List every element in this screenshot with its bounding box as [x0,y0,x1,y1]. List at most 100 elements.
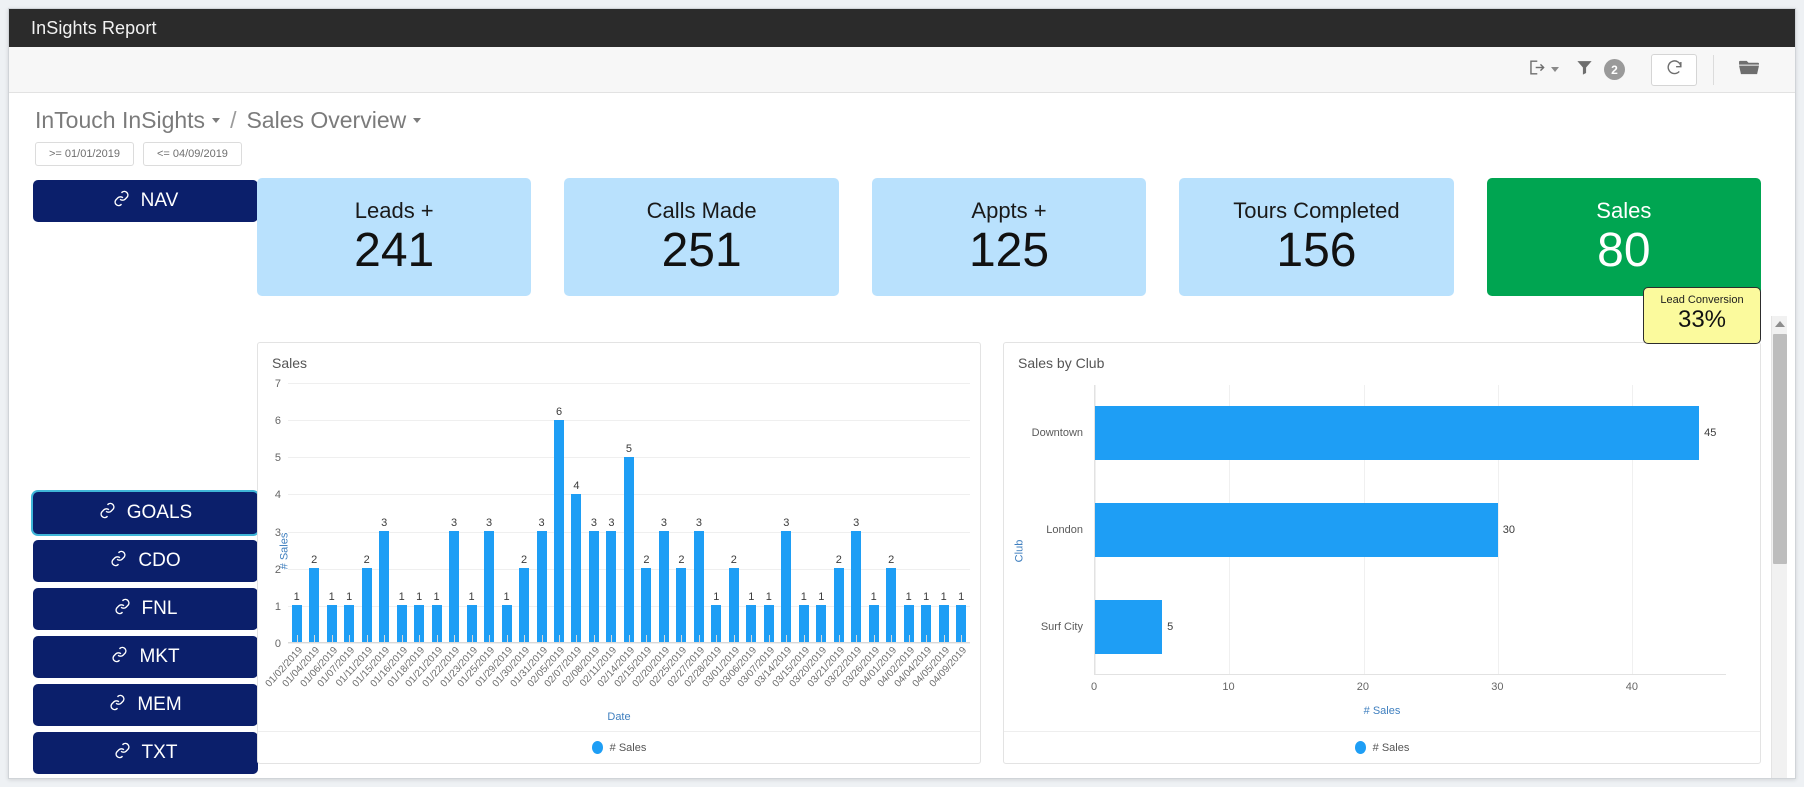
bar[interactable] [641,568,652,642]
bar-slot[interactable]: 6 [550,383,567,642]
bar-slot[interactable]: 1 [463,383,480,642]
bar-value-label: 3 [695,517,702,529]
sidebar-item-goals[interactable]: GOALS [33,492,258,534]
bar-slot[interactable]: 2 [725,383,742,642]
bar-slot[interactable]: 1 [323,383,340,642]
bar[interactable] [606,531,617,642]
y-tick-label: 0 [274,638,281,650]
bar-row[interactable]: Surf City 5 [1041,599,1726,654]
bar-slot[interactable]: 3 [375,383,392,642]
x-tick [830,635,847,643]
bar-slot[interactable]: 1 [760,383,777,642]
scrollbar-thumb[interactable] [1773,334,1787,564]
sidebar-item-mem[interactable]: MEM [33,684,258,726]
kpi-card-tours-completed[interactable]: Tours Completed 156 [1179,178,1454,296]
kpi-card-leads[interactable]: Leads + 241 [257,178,532,296]
sidebar-item-cdo[interactable]: CDO [33,540,258,582]
bar[interactable] [1095,406,1700,461]
bar[interactable] [693,531,704,642]
sales-chart[interactable]: # Sales 76543210 12112311131312364335232… [258,371,980,731]
bar[interactable] [519,568,530,642]
bar[interactable] [571,494,582,642]
panel-sales-by-club: Sales by Club Club Downtown 45 London 30 Sur… [1003,342,1761,764]
sales-by-club-chart[interactable]: Club Downtown 45 London 30 Surf City 5 0 10 20 3… [1004,371,1760,731]
x-tick [428,635,445,643]
bar-slot[interactable]: 3 [445,383,462,642]
bar-slot[interactable]: 3 [848,383,865,642]
bar-slot[interactable]: 1 [393,383,410,642]
bar-slot[interactable]: 3 [655,383,672,642]
bar-slot[interactable]: 1 [410,383,427,642]
kpi-card-appts[interactable]: Appts + 125 [871,178,1147,296]
folder-button[interactable] [1730,55,1769,85]
bar[interactable] [449,531,460,642]
bar-slot[interactable]: 1 [498,383,515,642]
bar-slot[interactable]: 3 [480,383,497,642]
bar[interactable] [309,568,320,642]
export-button[interactable] [1519,55,1567,85]
bar[interactable] [1095,599,1163,654]
bar-row[interactable]: London 30 [1046,502,1726,557]
title-bar: InSights Report [9,9,1795,47]
bar-slot[interactable]: 5 [620,383,637,642]
bar-slot[interactable]: 3 [533,383,550,642]
bar[interactable] [379,531,390,642]
bar[interactable] [851,531,862,642]
bar[interactable] [554,420,564,642]
bar-slot[interactable]: 2 [830,383,847,642]
bar-slot[interactable]: 1 [917,383,934,642]
breadcrumb-root[interactable]: InTouch InSights [35,107,221,134]
bar[interactable] [781,531,792,642]
bar-slot[interactable]: 3 [690,383,707,642]
filter-button[interactable]: 2 [1567,55,1633,85]
kpi-card-sales[interactable]: Sales 80 [1486,178,1762,296]
bar-slot[interactable]: 2 [882,383,899,642]
date-from-chip[interactable]: >= 01/01/2019 [35,142,134,166]
vertical-scrollbar[interactable] [1771,316,1787,778]
bar-slot[interactable]: 1 [428,383,445,642]
sidebar-item-mkt[interactable]: MKT [33,636,258,678]
bar-slot[interactable]: 1 [900,383,917,642]
bar-slot[interactable]: 1 [708,383,725,642]
bar[interactable] [1095,502,1498,557]
bar[interactable] [676,568,687,642]
bar-slot[interactable]: 1 [813,383,830,642]
bar-slot[interactable]: 3 [585,383,602,642]
bar[interactable] [833,568,844,642]
bar-slot[interactable]: 2 [638,383,655,642]
bar-slot[interactable]: 1 [743,383,760,642]
chart-legend-sales[interactable]: # Sales [258,731,980,763]
bar-slot[interactable]: 1 [288,383,305,642]
bar-slot[interactable]: 1 [795,383,812,642]
bar-slot[interactable]: 1 [935,383,952,642]
kpi-card-calls-made[interactable]: Calls Made 251 [564,178,839,296]
bar[interactable] [623,457,634,642]
bar-slot[interactable]: 2 [673,383,690,642]
bar-slot[interactable]: 2 [515,383,532,642]
bar-slot[interactable]: 3 [778,383,795,642]
bar-slot[interactable]: 2 [358,383,375,642]
breadcrumb-current[interactable]: Sales Overview [246,107,422,134]
bar-slot[interactable]: 1 [952,383,969,642]
bar[interactable] [536,531,547,642]
sidebar-item-nav[interactable]: NAV [33,180,258,222]
refresh-button[interactable] [1651,53,1697,86]
legend-label: # Sales [609,741,647,754]
sidebar-item-txt[interactable]: TXT [33,732,258,774]
bar-slot[interactable]: 3 [603,383,620,642]
scroll-up-arrow-icon[interactable] [1772,316,1787,332]
bar-row[interactable]: Downtown 45 [1032,406,1726,461]
bar[interactable] [728,568,739,642]
bar[interactable] [484,531,495,642]
sidebar-item-fnl[interactable]: FNL [33,588,258,630]
bar[interactable] [886,568,897,642]
chart-legend-sales-by-club[interactable]: # Sales [1004,731,1760,763]
bar-slot[interactable]: 1 [340,383,357,642]
bar-slot[interactable]: 2 [305,383,322,642]
bar[interactable] [588,531,599,642]
bar-slot[interactable]: 1 [865,383,882,642]
bar-slot[interactable]: 4 [568,383,585,642]
bar[interactable] [658,531,669,642]
date-to-chip[interactable]: <= 04/09/2019 [142,142,242,166]
bar[interactable] [361,568,372,642]
